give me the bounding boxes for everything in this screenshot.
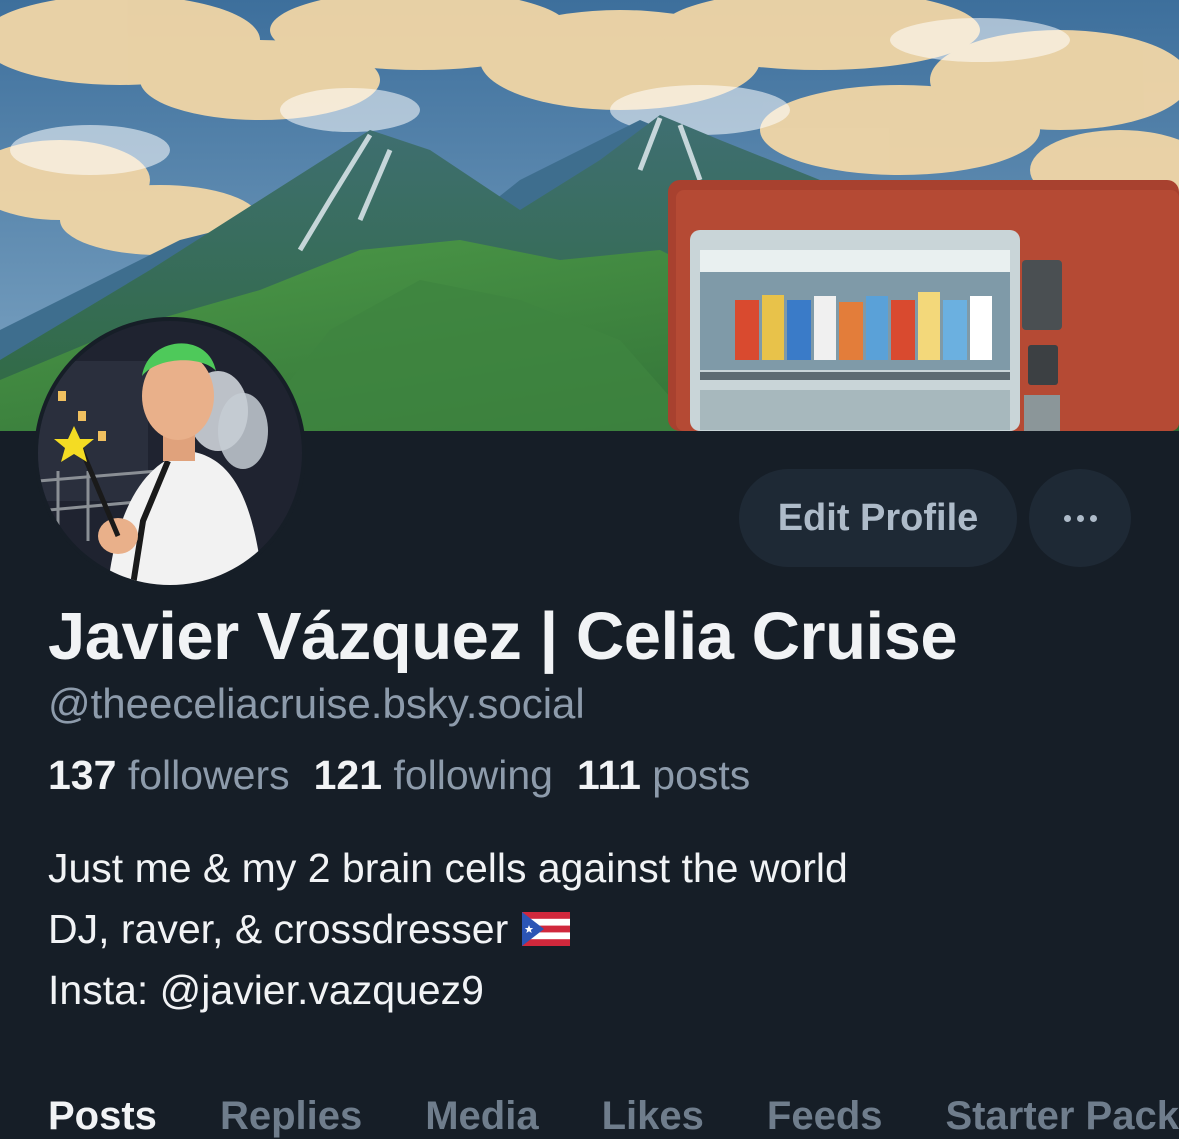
following-count: 121 [314, 752, 382, 798]
profile-bio: Just me & my 2 brain cells against the w… [48, 838, 848, 1021]
tab-starter-packs[interactable]: Starter Packs [946, 1094, 1179, 1139]
followers-count: 137 [48, 752, 116, 798]
vending-machine [668, 180, 1179, 431]
tab-replies[interactable]: Replies [220, 1094, 362, 1139]
followers-stat[interactable]: 137 followers [48, 752, 290, 798]
tab-likes[interactable]: Likes [602, 1094, 704, 1139]
following-label: following [393, 752, 553, 798]
tab-posts[interactable]: Posts [48, 1094, 157, 1139]
puerto-rico-flag-icon [522, 912, 570, 946]
posts-stat: 111 posts [577, 752, 750, 798]
avatar[interactable] [34, 317, 306, 589]
posts-count: 111 [577, 752, 641, 798]
bio-line: Just me & my 2 brain cells against the w… [48, 838, 848, 899]
edit-profile-button[interactable]: Edit Profile [739, 469, 1017, 567]
tab-media[interactable]: Media [425, 1094, 538, 1139]
bio-line: DJ, raver, & crossdresser [48, 899, 848, 960]
more-options-button[interactable] [1029, 469, 1131, 567]
user-handle: @theeceliacruise.bsky.social [48, 680, 585, 728]
bio-line: Insta: @javier.vazquez9 [48, 960, 848, 1021]
profile-tabs: Posts Replies Media Likes Feeds Starter … [48, 1094, 1179, 1139]
profile-stats: 137 followers 121 following 111 posts [48, 752, 750, 799]
ellipsis-icon [1064, 515, 1097, 522]
person-avatar-photo [38, 321, 302, 585]
followers-label: followers [128, 752, 290, 798]
display-name: Javier Vázquez | Celia Cruise [48, 598, 957, 675]
posts-label: posts [652, 752, 750, 798]
tab-feeds[interactable]: Feeds [767, 1094, 883, 1139]
following-stat[interactable]: 121 following [314, 752, 553, 798]
